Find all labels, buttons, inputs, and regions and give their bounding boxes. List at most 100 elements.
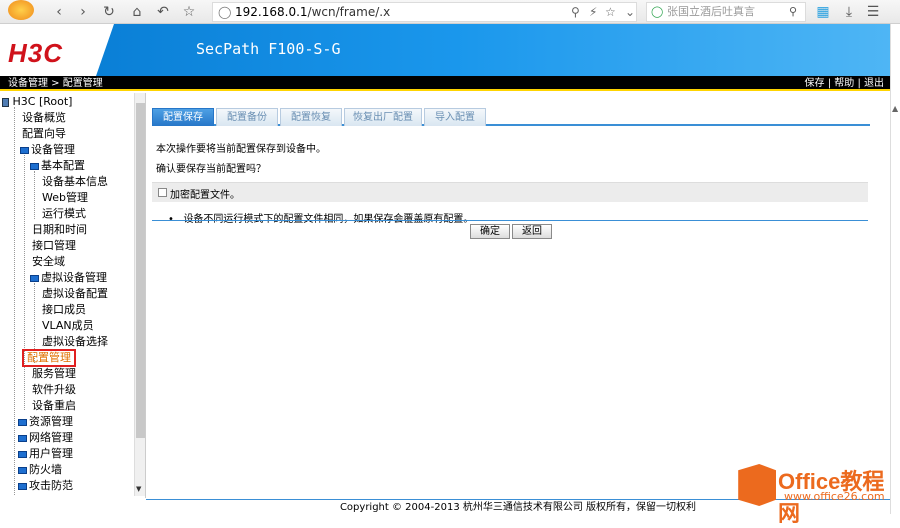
tree-item-web-management[interactable]: Web管理 <box>42 191 88 205</box>
tab-import-config[interactable]: 导入配置 <box>424 108 486 126</box>
forward-icon[interactable]: › <box>74 3 92 21</box>
product-name: SecPath F100-S-G <box>196 40 341 58</box>
browser-logo-icon <box>8 0 34 20</box>
tree-item-virtual-device-management[interactable]: 虚拟设备管理 <box>30 271 107 285</box>
watermark-url: www.office26.com <box>784 490 885 503</box>
folder-closed-icon <box>18 450 27 458</box>
undo-icon[interactable]: ↶ <box>154 3 172 21</box>
tree-item-resource-management[interactable]: 资源管理 <box>18 415 73 429</box>
home-icon[interactable]: ⌂ <box>128 3 146 21</box>
encrypt-option-row: 加密配置文件。 <box>152 182 868 202</box>
folder-closed-icon <box>18 482 27 490</box>
tree-item-attack-defense[interactable]: 攻击防范 <box>18 479 73 493</box>
folder-open-icon <box>20 146 29 154</box>
back-button[interactable]: 返回 <box>512 224 552 239</box>
tree-item-label: 防火墙 <box>29 463 62 476</box>
menu-icon[interactable]: ☰ <box>864 3 882 21</box>
search-placeholder: 张国立酒后吐真言 <box>667 5 755 18</box>
tree-item-device-basic-info[interactable]: 设备基本信息 <box>42 175 108 189</box>
tree-item-virtual-device-select[interactable]: 虚拟设备选择 <box>42 335 108 349</box>
tree-guide-line <box>34 171 35 219</box>
apps-icon[interactable]: ▦ <box>814 3 832 21</box>
tree-item-label: 网络管理 <box>29 431 73 444</box>
tab-factory-reset[interactable]: 恢复出厂配置 <box>344 108 422 126</box>
header-banner: H3C SecPath F100-S-G <box>0 24 890 76</box>
search-in-page-icon[interactable]: ⚲ <box>571 3 580 21</box>
folder-closed-icon <box>18 434 27 442</box>
tree-item-label: 攻击防范 <box>29 479 73 492</box>
back-icon[interactable]: ‹ <box>50 3 68 21</box>
encrypt-checkbox[interactable] <box>158 188 167 197</box>
tree-item-run-mode[interactable]: 运行模式 <box>42 207 86 221</box>
menu-separator: | <box>827 78 832 89</box>
url-path: /wcn/frame/.x <box>307 5 391 19</box>
save-confirm-question: 确认要保存当前配置吗？ <box>156 164 266 175</box>
menu-separator: | <box>857 78 861 89</box>
tree-item-device-reboot[interactable]: 设备重启 <box>32 399 76 413</box>
breadcrumb: 设备管理 > 配置管理 <box>8 78 103 89</box>
tree-item-config-wizard[interactable]: 配置向导 <box>22 127 66 141</box>
tab-bar: 配置保存 配置备份 配置恢复 恢复出厂配置 导入配置 <box>152 108 870 126</box>
encrypt-label: 加密配置文件。 <box>170 190 240 201</box>
save-link[interactable]: 保存 <box>805 78 825 89</box>
bookmark-star-icon[interactable]: ☆ <box>605 3 616 21</box>
tab-config-restore[interactable]: 配置恢复 <box>280 108 342 126</box>
tree-item-virtual-device-config[interactable]: 虚拟设备配置 <box>42 287 108 301</box>
search-engine-icon: ◯ <box>651 5 664 18</box>
scroll-up-icon[interactable]: ▲ <box>892 104 898 113</box>
tree-item-user-management[interactable]: 用户管理 <box>18 447 73 461</box>
tree-item-config-management[interactable]: 配置管理 <box>22 349 76 367</box>
tree-item-interface-members[interactable]: 接口成员 <box>42 303 86 317</box>
search-icon[interactable]: ⚲ <box>789 3 797 21</box>
device-icon <box>2 97 9 107</box>
tree-item-interface-management[interactable]: 接口管理 <box>32 239 76 253</box>
search-input[interactable]: ◯ 张国立酒后吐真言 ⚲ <box>646 2 806 22</box>
tab-config-backup[interactable]: 配置备份 <box>216 108 278 126</box>
tree-scrollbar[interactable]: ▼ <box>134 93 145 496</box>
tree-item-service-management[interactable]: 服务管理 <box>32 367 76 381</box>
folder-open-icon <box>30 162 39 170</box>
tree-item-device-overview[interactable]: 设备概览 <box>22 111 66 125</box>
url-host: 192.168.0.1 <box>235 5 308 19</box>
address-bar[interactable]: ◯ 192.168.0.1/wcn/frame/.x ⚲ ⚡ ☆ ⌄ <box>212 2 637 22</box>
tree-item-label: 用户管理 <box>29 447 73 460</box>
tree-scrollbar-thumb[interactable] <box>136 103 145 438</box>
tree-item-label: 设备管理 <box>31 143 75 156</box>
navigation-tree: H3C [Root] 设备概览 配置向导 设备管理 基本配置 设备基本信息 We… <box>0 93 146 498</box>
tree-item-firewall[interactable]: 防火墙 <box>18 463 62 477</box>
tab-config-save[interactable]: 配置保存 <box>152 108 214 126</box>
shield-icon: ◯ <box>218 5 232 19</box>
tree-item-label: 基本配置 <box>41 159 85 172</box>
tree-item-device-management[interactable]: 设备管理 <box>20 143 75 157</box>
download-icon[interactable]: ⤓ <box>840 3 858 21</box>
page-scrollbar[interactable]: ▲ <box>890 24 900 514</box>
tree-root[interactable]: H3C [Root] <box>2 95 72 109</box>
tree-item-label: 资源管理 <box>29 415 73 428</box>
tree-item-network-management[interactable]: 网络管理 <box>18 431 73 445</box>
browser-toolbar: ‹ › ↻ ⌂ ↶ ☆ ◯ 192.168.0.1/wcn/frame/.x ⚲… <box>0 0 900 24</box>
star-icon[interactable]: ☆ <box>180 3 198 21</box>
tree-item-basic-config[interactable]: 基本配置 <box>30 159 85 173</box>
lightning-icon[interactable]: ⚡ <box>589 3 597 21</box>
logout-link[interactable]: 退出 <box>864 78 884 89</box>
dropdown-icon[interactable]: ⌄ <box>625 3 635 21</box>
save-description: 本次操作要将当前配置保存到设备中。 <box>156 144 326 155</box>
office-logo-icon <box>738 464 776 506</box>
scroll-down-icon[interactable]: ▼ <box>136 485 141 493</box>
tree-guide-line <box>24 155 25 410</box>
tree-item-date-time[interactable]: 日期和时间 <box>32 223 87 237</box>
top-menu: 保存 | 帮助 | 退出 <box>805 76 885 91</box>
help-link[interactable]: 帮助 <box>834 78 854 89</box>
ok-button[interactable]: 确定 <box>470 224 510 239</box>
tree-item-security-zone[interactable]: 安全域 <box>32 255 65 269</box>
folder-open-icon <box>30 274 39 282</box>
tree-root-label: H3C [Root] <box>12 95 73 108</box>
divider <box>152 220 868 221</box>
tree-item-vlan-members[interactable]: VLAN成员 <box>42 319 94 333</box>
tree-item-software-upgrade[interactable]: 软件升级 <box>32 383 76 397</box>
folder-closed-icon <box>18 418 27 426</box>
top-nav-bar: 设备管理 > 配置管理 保存 | 帮助 | 退出 <box>0 76 890 91</box>
tree-guide-line <box>14 107 15 495</box>
note-text: • 设备不同运行模式下的配置文件相同，如果保存会覆盖原有配置。 <box>168 210 473 225</box>
refresh-icon[interactable]: ↻ <box>100 3 118 21</box>
